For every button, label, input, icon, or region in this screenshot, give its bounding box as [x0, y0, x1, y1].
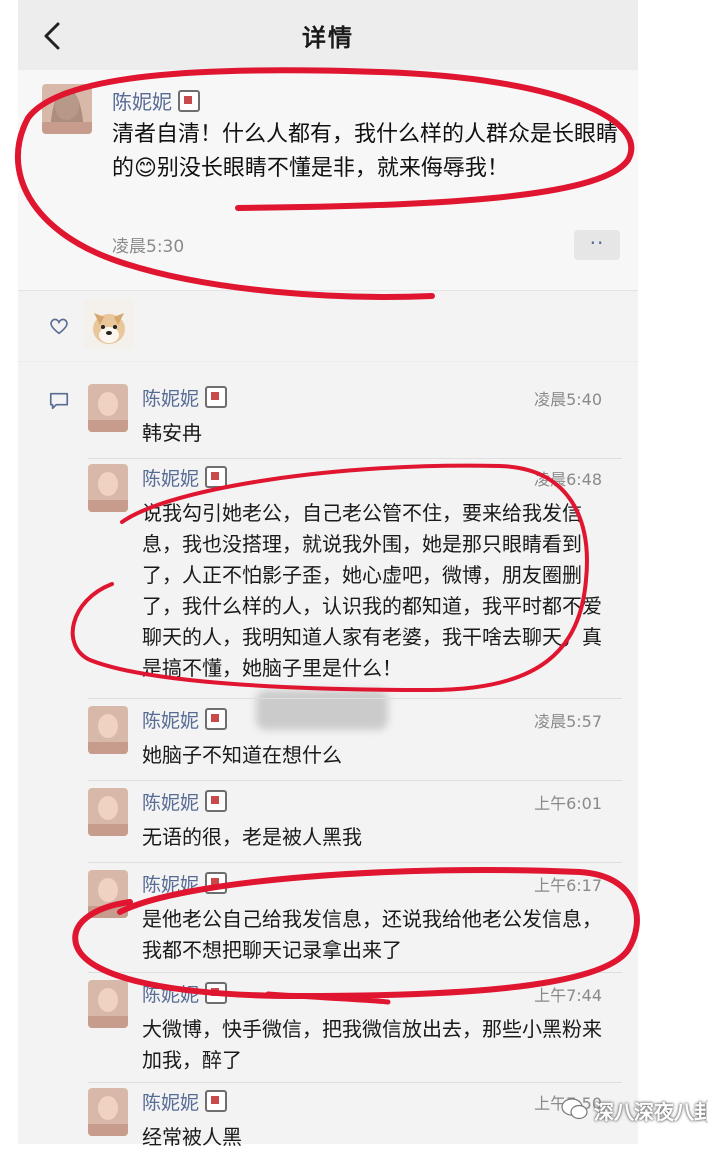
comments-section: 陈妮妮 凌晨5:40 韩安冉 陈妮妮 凌晨6:48 说我勾引她老公，自己老公管不… [18, 362, 638, 1149]
likes-section [18, 290, 638, 361]
badge-icon [205, 466, 228, 488]
badge-icon [205, 790, 228, 812]
watermark-text: 深八深夜八卦 [594, 1100, 708, 1124]
commenter-avatar[interactable] [88, 788, 128, 836]
commenter-name[interactable]: 陈妮妮 [142, 980, 228, 1007]
author-name[interactable]: 陈妮妮 [112, 86, 200, 115]
commenter-avatar[interactable] [88, 980, 128, 1028]
commenter-name[interactable]: 陈妮妮 [142, 1088, 228, 1115]
more-dots-icon: ·· [589, 231, 605, 255]
divider [88, 1082, 622, 1083]
divider [88, 780, 622, 781]
comment-item[interactable]: 陈妮妮 凌晨6:48 说我勾引她老公，自己老公管不住，要来给我发信息，我也没搭理… [18, 464, 638, 730]
liker-avatar[interactable] [84, 299, 134, 349]
comment-item[interactable]: 陈妮妮 上午7:44 大微博，快手微信，把我微信放出去，那些小黑粉来加我，醉了 [18, 980, 638, 1080]
more-button[interactable]: ·· [574, 230, 620, 260]
commenter-name-text: 陈妮妮 [142, 710, 200, 732]
wechat-logo-icon [561, 1098, 588, 1120]
commenter-name-text: 陈妮妮 [142, 874, 200, 896]
moments-detail-page: 详情 陈妮妮 清者自清！什么人都有，我什么样的人群众是长眼睛的😊别没长眼睛不懂是… [18, 0, 638, 1149]
commenter-name[interactable]: 陈妮妮 [142, 464, 228, 491]
commenter-name-text: 陈妮妮 [142, 792, 200, 814]
comment-time: 凌晨6:48 [534, 470, 602, 489]
author-avatar[interactable] [42, 84, 92, 134]
comment-time: 凌晨5:40 [534, 390, 602, 409]
commenter-name-text: 陈妮妮 [142, 388, 200, 410]
divider [88, 862, 622, 863]
commenter-name-text: 陈妮妮 [142, 1092, 200, 1114]
badge-icon [205, 1090, 228, 1112]
commenter-avatar[interactable] [88, 464, 128, 512]
badge-icon [205, 386, 228, 408]
comment-item[interactable]: 陈妮妮 凌晨5:57 她脑子不知道在想什么 [18, 706, 638, 776]
author-name-text: 陈妮妮 [112, 90, 172, 114]
comment-text: 大微博，快手微信，把我微信放出去，那些小黑粉来加我，醉了 [142, 1017, 602, 1072]
comment-text: 经常被人黑 [142, 1125, 242, 1149]
post-text: 清者自清！什么人都有，我什么样的人群众是长眼睛的😊别没长眼睛不懂是非，就来侮辱我… [112, 122, 619, 181]
badge-icon [178, 90, 200, 112]
commenter-avatar[interactable] [88, 870, 128, 918]
divider [88, 458, 622, 459]
badge-icon [205, 708, 228, 730]
comment-time: 凌晨5:57 [534, 712, 602, 731]
badge-icon [205, 872, 228, 894]
watermark: 深八深夜八卦 [560, 1092, 708, 1132]
comment-time: 上午6:17 [534, 876, 602, 895]
comment-item[interactable]: 陈妮妮 上午6:17 是他老公自己给我发信息，还说我给他老公发信息，我都不想把聊… [18, 870, 638, 970]
commenter-name[interactable]: 陈妮妮 [142, 384, 228, 411]
commenter-avatar[interactable] [88, 706, 128, 754]
post-time: 凌晨5:30 [112, 237, 185, 257]
comment-text: 是他老公自己给我发信息，还说我给他老公发信息，我都不想把聊天记录拿出来了 [142, 907, 602, 962]
commenter-avatar[interactable] [88, 1088, 128, 1136]
comment-text: 韩安冉 [142, 421, 202, 445]
badge-icon [205, 982, 228, 1004]
page-title: 详情 [302, 24, 354, 52]
commenter-name[interactable]: 陈妮妮 [142, 788, 228, 815]
nav-bar: 详情 [18, 0, 638, 70]
commenter-name-text: 陈妮妮 [142, 984, 200, 1006]
commenter-name-text: 陈妮妮 [142, 468, 200, 490]
comment-time: 上午6:01 [534, 794, 602, 813]
moment-post: 陈妮妮 清者自清！什么人都有，我什么样的人群众是长眼睛的😊别没长眼睛不懂是非，就… [18, 70, 638, 290]
comment-item[interactable]: 陈妮妮 凌晨5:40 韩安冉 [18, 384, 638, 454]
comment-item[interactable]: 陈妮妮 上午7:50 经常被人黑 [18, 1088, 638, 1149]
right-margin [638, 0, 708, 1144]
divider [88, 972, 622, 973]
comment-time: 上午7:44 [534, 986, 602, 1005]
commenter-avatar[interactable] [88, 384, 128, 432]
heart-outline-icon [50, 318, 68, 335]
commenter-name[interactable]: 陈妮妮 [142, 870, 228, 897]
commenter-name[interactable]: 陈妮妮 [142, 706, 228, 733]
comment-text: 她脑子不知道在想什么 [142, 743, 342, 767]
divider [88, 698, 622, 699]
comment-text: 说我勾引她老公，自己老公管不住，要来给我发信息，我也没搭理，就说我外围，她是那只… [142, 501, 602, 680]
comment-text: 无语的很，老是被人黑我 [142, 825, 362, 849]
comment-item[interactable]: 陈妮妮 上午6:01 无语的很，老是被人黑我 [18, 788, 638, 858]
